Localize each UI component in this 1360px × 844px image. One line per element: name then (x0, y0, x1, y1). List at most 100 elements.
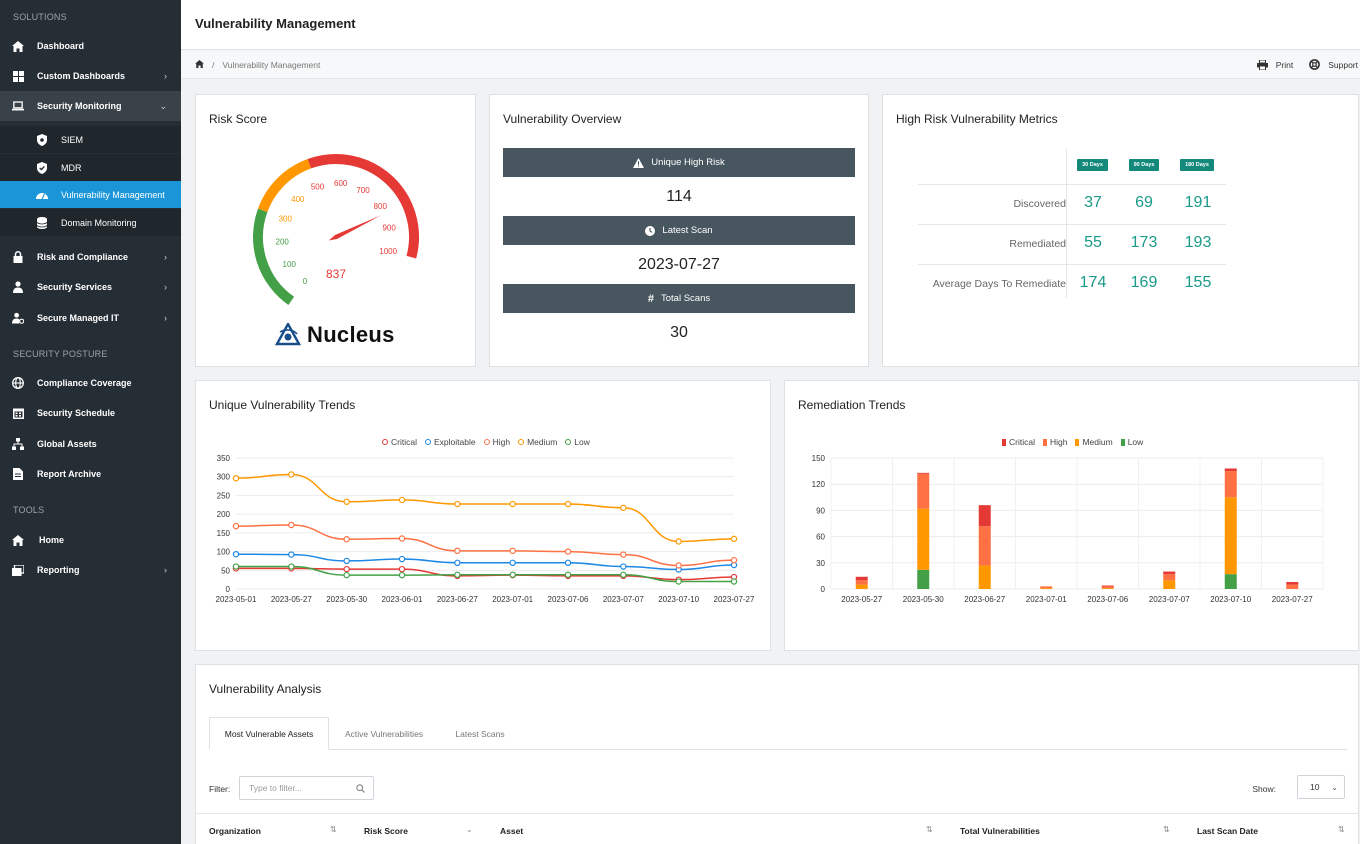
legend-high[interactable]: High (1042, 437, 1068, 447)
legend-critical[interactable]: Critical (1002, 437, 1035, 447)
window-icon (12, 564, 24, 576)
bar-segment-medium (917, 508, 930, 570)
series-line-medium (235, 473, 735, 543)
x-tick-label: 2023-07-01 (492, 595, 533, 604)
sidebar-item-label: Global Assets (37, 439, 97, 449)
header-actions: Print Support (1256, 59, 1358, 70)
col-last-scan-date[interactable]: Last Scan Date (1197, 826, 1258, 836)
trends-legend: Critical Exploitable High Medium Low (382, 437, 590, 447)
y-tick-label: 250 (217, 491, 231, 500)
col-total-vulnerabilities[interactable]: Total Vulnerabilities (960, 826, 1040, 836)
legend-medium[interactable]: Medium (1075, 437, 1113, 447)
sidebar-subitem-mdr[interactable]: MDR (0, 154, 181, 181)
legend-high[interactable]: High (483, 437, 510, 447)
data-point-low (564, 571, 572, 578)
sidebar-subitem-vulnerability-management[interactable]: Vulnerability Management (0, 181, 181, 208)
sort-icon[interactable]: ⇅ (330, 825, 337, 834)
sidebar-item-risk-compliance[interactable]: Risk and Compliance › (0, 242, 181, 272)
data-point-exploitable (232, 550, 240, 558)
sort-icon[interactable]: ⇅ (926, 825, 933, 834)
sidebar-item-security-services[interactable]: Security Services › (0, 272, 181, 302)
data-point-low (398, 571, 406, 579)
bar-segment-high (1286, 584, 1299, 589)
legend-low[interactable]: Low (1120, 437, 1144, 447)
data-point-high (232, 522, 240, 530)
data-point-exploitable (288, 551, 295, 558)
sidebar-item-label: Compliance Coverage (37, 378, 132, 388)
data-point-high (620, 551, 627, 558)
vulnerability-trends-card: Unique Vulnerability Trends Critical Exp… (195, 380, 771, 651)
sidebar-item-report-archive[interactable]: Report Archive (0, 459, 181, 489)
col-organization[interactable]: Organization (209, 826, 261, 836)
col-asset[interactable]: Asset (500, 826, 523, 836)
metric-value: 191 (1184, 194, 1212, 211)
remediation-title: Remediation Trends (798, 398, 906, 412)
y-tick-label: 150 (217, 529, 231, 538)
sidebar-item-compliance-coverage[interactable]: Compliance Coverage (0, 368, 181, 398)
legend-label: Low (1127, 437, 1144, 447)
sort-desc-icon[interactable]: ⌄ (466, 825, 473, 834)
home-icon[interactable] (195, 60, 204, 70)
sort-icon[interactable]: ⇅ (1163, 825, 1170, 834)
sidebar-subitem-siem[interactable]: SIEM (0, 126, 181, 153)
page-size-value: 10 (1310, 782, 1320, 792)
bar-segment-low (1224, 574, 1237, 589)
y-tick-label: 90 (816, 506, 825, 515)
x-tick-label: 2023-05-30 (326, 595, 367, 604)
legend-exploitable[interactable]: Exploitable (424, 437, 476, 447)
sidebar-item-dashboard[interactable]: Dashboard (0, 31, 181, 61)
data-point-medium (675, 538, 682, 545)
legend-critical[interactable]: Critical (382, 437, 417, 447)
data-point-high (288, 521, 295, 529)
gauge-tick-label: 200 (276, 238, 290, 247)
nucleus-logo-text: Nucleus (307, 322, 395, 347)
col-risk-score[interactable]: Risk Score (364, 826, 408, 836)
sidebar-item-home[interactable]: Home (0, 525, 181, 555)
gauge-tick-label: 600 (334, 179, 348, 188)
legend-low[interactable]: Low (565, 437, 590, 447)
bar-segment-critical (1101, 585, 1114, 587)
legend-label: High (1049, 437, 1068, 447)
sidebar-item-label: Security Services (37, 282, 113, 292)
filter-input[interactable]: Type to filter... (239, 776, 374, 800)
y-tick-label: 0 (226, 585, 231, 594)
gauge-tick-label: 800 (374, 202, 388, 211)
sidebar-item-reporting[interactable]: Reporting › (0, 555, 181, 585)
unique-high-risk-header: Unique High Risk (503, 148, 855, 177)
support-button[interactable]: Support (1309, 59, 1358, 70)
chevron-down-icon: ⌄ (159, 100, 167, 111)
bar-segment-critical (917, 472, 930, 474)
sidebar-subitem-domain-monitoring[interactable]: Domain Monitoring (0, 209, 181, 236)
data-point-critical (343, 565, 350, 573)
sort-icon[interactable]: ⇅ (1338, 825, 1345, 834)
sidebar-subitem-label: MDR (61, 162, 82, 173)
x-tick-label: 2023-07-06 (548, 595, 589, 604)
section-tools: TOOLS (13, 505, 45, 515)
section-security-posture: SECURITY POSTURE (13, 349, 108, 359)
data-point-high (675, 562, 682, 569)
print-button[interactable]: Print (1256, 59, 1293, 70)
data-point-medium (288, 471, 295, 478)
bar-segment-high (855, 580, 868, 585)
y-tick-label: 0 (821, 585, 826, 594)
bar-segment-medium (978, 565, 991, 589)
page-size-select[interactable]: 10 ⌄ (1297, 775, 1345, 799)
bar-segment-medium (1224, 497, 1237, 575)
tab-latest-scans[interactable]: Latest Scans (439, 717, 521, 750)
gauge-tick-label: 400 (291, 195, 305, 204)
tab-active-vulnerabilities[interactable]: Active Vulnerabilities (331, 717, 437, 750)
legend-medium[interactable]: Medium (518, 437, 557, 447)
legend-label: Critical (1009, 437, 1035, 447)
sidebar-item-security-schedule[interactable]: Security Schedule (0, 398, 181, 428)
y-tick-label: 100 (217, 548, 231, 557)
data-point-high (343, 536, 350, 543)
sidebar-item-security-monitoring[interactable]: Security Monitoring ⌄ (0, 91, 181, 121)
tab-most-vulnerable-assets[interactable]: Most Vulnerable Assets (209, 717, 329, 750)
chevron-right-icon: › (164, 313, 167, 323)
sidebar-item-secure-managed-it[interactable]: Secure Managed IT › (0, 303, 181, 333)
x-tick-label: 2023-07-10 (658, 595, 699, 604)
sidebar-item-custom-dashboards[interactable]: Custom Dashboards › (0, 61, 181, 91)
filter-placeholder: Type to filter... (249, 783, 302, 793)
sidebar-item-global-assets[interactable]: Global Assets (0, 429, 181, 459)
data-point-critical (398, 565, 406, 573)
